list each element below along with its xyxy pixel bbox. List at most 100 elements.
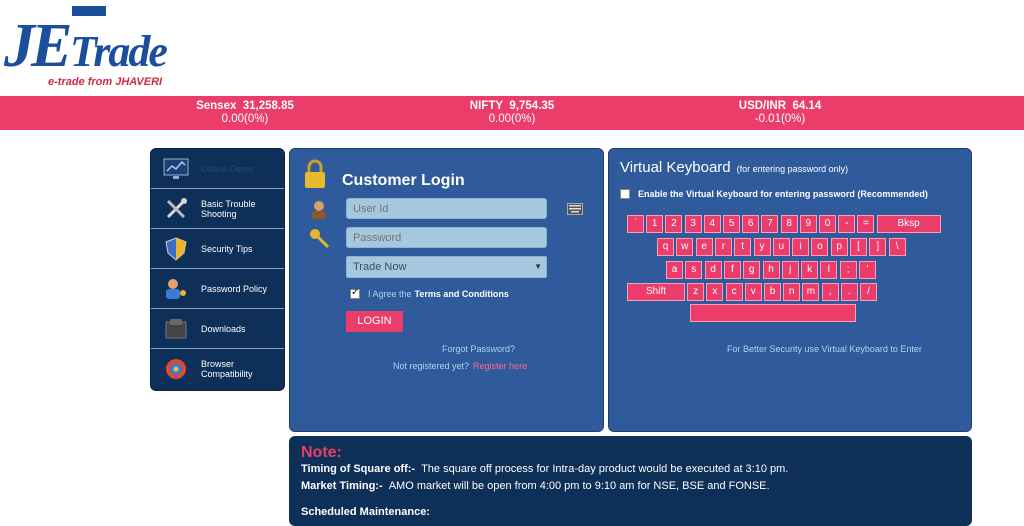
- menu-item-downloads[interactable]: Downloads: [151, 309, 284, 349]
- menu-label: Password Policy: [201, 283, 268, 294]
- menu-item-browser-compatibility[interactable]: Browser Compatibility: [151, 349, 284, 389]
- vk-shift-key[interactable]: Shift: [627, 283, 685, 301]
- vk-key[interactable]: x: [706, 283, 724, 301]
- vk-key[interactable]: b: [764, 283, 781, 301]
- note-text: The square off process for Intra-day pro…: [421, 463, 789, 475]
- vk-key[interactable]: `: [627, 215, 644, 233]
- user-id-input[interactable]: [346, 198, 547, 219]
- vk-key[interactable]: \: [888, 238, 906, 256]
- vk-space-key[interactable]: [690, 304, 856, 322]
- password-input[interactable]: [346, 227, 547, 248]
- vk-key[interactable]: u: [772, 238, 790, 256]
- vk-enable-checkbox[interactable]: [620, 189, 630, 199]
- menu-item-security-tips[interactable]: Security Tips: [151, 229, 284, 269]
- ticker-name: USD/INR: [738, 100, 787, 112]
- vk-key[interactable]: c: [725, 283, 743, 301]
- vk-key[interactable]: m: [802, 283, 820, 301]
- vk-key[interactable]: =: [857, 215, 875, 233]
- chart-monitor-icon: [163, 156, 189, 182]
- terms-checkbox[interactable]: [350, 287, 360, 299]
- vk-key[interactable]: d: [704, 261, 722, 279]
- vk-key[interactable]: 1: [646, 215, 664, 233]
- browsers-icon: [163, 356, 189, 382]
- note-label: Market Timing:-: [301, 480, 383, 492]
- menu-label: Browser Compatibility: [201, 359, 253, 379]
- login-button[interactable]: LOGIN: [346, 311, 403, 332]
- vk-key[interactable]: t: [734, 238, 752, 256]
- vk-key[interactable]: e: [695, 238, 713, 256]
- product-select[interactable]: Trade Now ▼: [346, 256, 547, 278]
- vk-title: Virtual Keyboard (for entering password o…: [620, 159, 848, 176]
- vk-key[interactable]: o: [811, 238, 829, 256]
- site-header: JE Trade e-trade from JHAVERI: [0, 0, 1024, 96]
- menu-label: Online Demo: [201, 163, 254, 174]
- vk-key[interactable]: -: [838, 215, 856, 233]
- terms-link[interactable]: Terms and Conditions: [415, 289, 509, 299]
- keyboard-icon[interactable]: [567, 202, 583, 220]
- vk-key[interactable]: r: [714, 238, 732, 256]
- vk-key[interactable]: 0: [819, 215, 836, 233]
- register-prompt: Not registered yet? Register here: [393, 361, 527, 371]
- vk-key[interactable]: s: [685, 261, 703, 279]
- vk-key[interactable]: i: [792, 238, 810, 256]
- vk-key[interactable]: v: [744, 283, 762, 301]
- note-text: AMO market will be open from 4:00 pm to …: [388, 480, 770, 492]
- vk-title-text: Virtual Keyboard: [620, 159, 731, 176]
- vk-key[interactable]: n: [783, 283, 801, 301]
- shield-icon: [163, 236, 189, 262]
- ticker-change: -0.01(0%): [754, 113, 806, 125]
- vk-key[interactable]: 4: [703, 215, 721, 233]
- vk-key[interactable]: ]: [869, 238, 887, 256]
- ticker-usdinr: USD/INR 64.14 -0.01(0%): [700, 100, 860, 126]
- vk-key[interactable]: .: [840, 283, 858, 301]
- vk-key[interactable]: ;: [839, 261, 857, 279]
- vk-key[interactable]: f: [723, 261, 741, 279]
- vk-key[interactable]: /: [860, 283, 877, 301]
- menu-item-online-demo[interactable]: Online Demo: [151, 149, 284, 189]
- vk-key[interactable]: 7: [761, 215, 779, 233]
- ticker-name: Sensex: [196, 100, 237, 112]
- vk-key[interactable]: 8: [780, 215, 798, 233]
- terms-agree[interactable]: I Agree the Terms and Conditions: [350, 287, 509, 299]
- ticker-change: 0.00(0%): [221, 113, 269, 125]
- vk-key[interactable]: 6: [742, 215, 760, 233]
- vk-key[interactable]: 9: [799, 215, 817, 233]
- vk-enable-label: Enable the Virtual Keyboard for entering…: [638, 189, 928, 199]
- padlock-icon: [304, 159, 326, 194]
- note-heading: Note:: [301, 444, 342, 461]
- vk-key[interactable]: 2: [665, 215, 683, 233]
- vk-key[interactable]: k: [801, 261, 819, 279]
- svg-text:JE: JE: [4, 12, 70, 76]
- vk-enable[interactable]: Enable the Virtual Keyboard for entering…: [620, 189, 928, 199]
- menu-label: Downloads: [201, 323, 246, 334]
- menu-label: Security Tips: [201, 243, 253, 254]
- vk-key[interactable]: ': [859, 261, 876, 279]
- vk-key[interactable]: q: [657, 238, 674, 256]
- forgot-password-link[interactable]: Forgot Password?: [442, 344, 515, 354]
- download-box-icon: [163, 316, 189, 342]
- vk-key[interactable]: 5: [723, 215, 740, 233]
- vk-note: For Better Security use Virtual Keyboard…: [727, 344, 922, 354]
- menu-item-trouble-shooting[interactable]: Basic Trouble Shooting: [151, 189, 284, 229]
- vk-key[interactable]: Bksp: [876, 215, 941, 233]
- vk-key[interactable]: g: [743, 261, 761, 279]
- register-link[interactable]: Register here: [473, 361, 527, 371]
- vk-key[interactable]: h: [762, 261, 780, 279]
- customer-login-panel: Customer Login Trade Now ▼ I Agree the T…: [289, 148, 604, 432]
- tools-icon: [163, 196, 189, 222]
- vk-key[interactable]: 3: [684, 215, 702, 233]
- vk-key[interactable]: y: [753, 238, 771, 256]
- note-label: Scheduled Maintenance:: [301, 506, 430, 518]
- vk-key[interactable]: a: [666, 261, 683, 279]
- user-key-icon: [163, 276, 189, 302]
- vk-key[interactable]: p: [830, 238, 848, 256]
- vk-key[interactable]: l: [820, 261, 838, 279]
- menu-item-password-policy[interactable]: Password Policy: [151, 269, 284, 309]
- vk-key[interactable]: z: [687, 283, 705, 301]
- vk-subtitle: (for entering password only): [736, 164, 849, 174]
- vk-key[interactable]: ,: [821, 283, 839, 301]
- vk-key[interactable]: j: [781, 261, 799, 279]
- agree-prefix: I Agree the: [368, 289, 412, 299]
- vk-key[interactable]: w: [676, 238, 694, 256]
- vk-key[interactable]: [: [850, 238, 867, 256]
